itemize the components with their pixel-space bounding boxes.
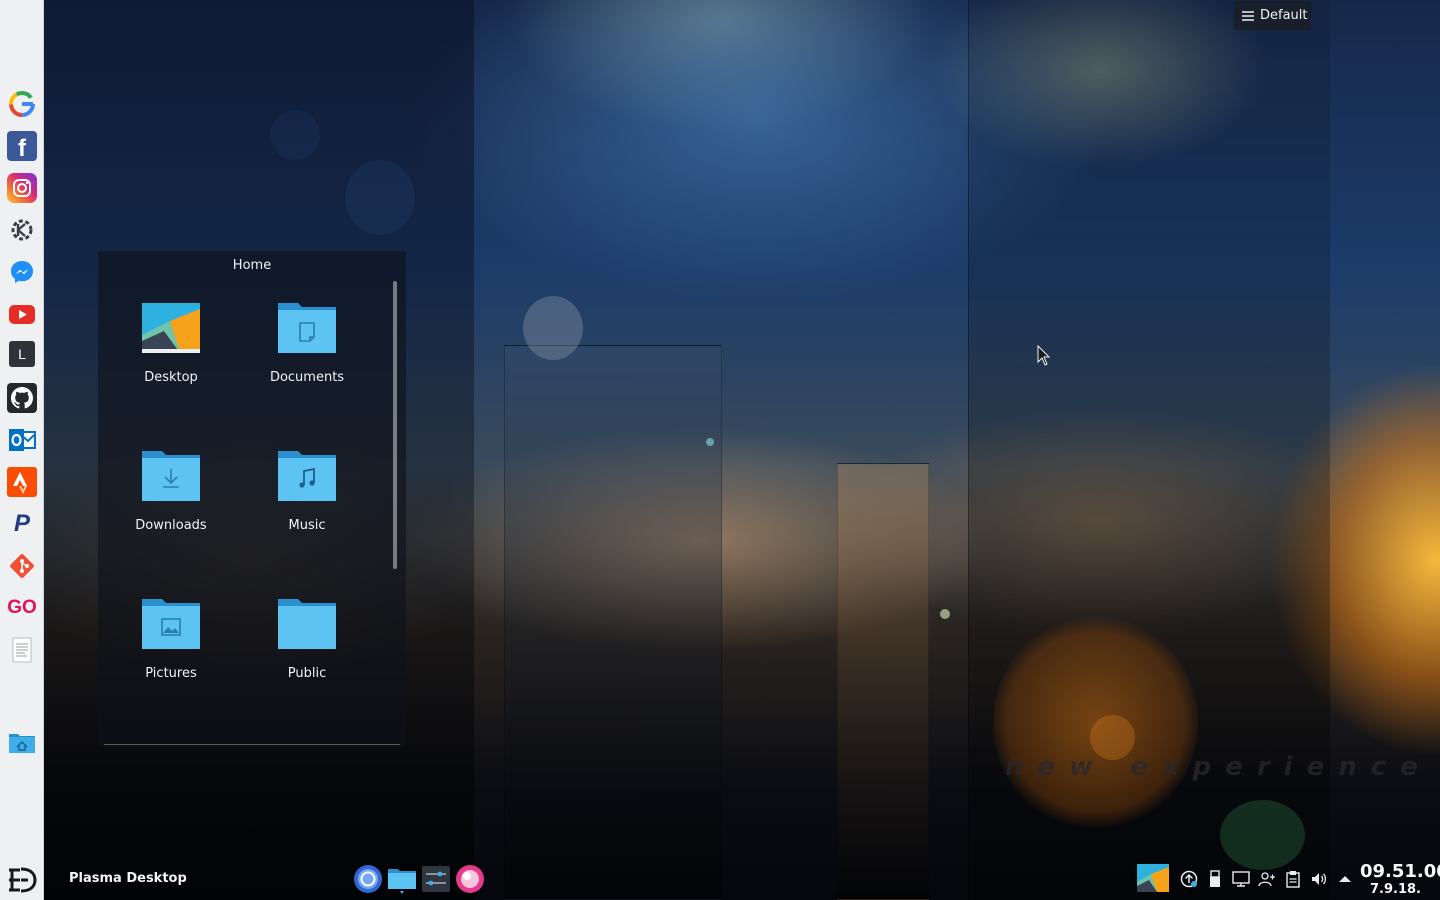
- folder-item-music[interactable]: Music: [234, 399, 354, 533]
- youtube-icon[interactable]: [7, 299, 37, 329]
- usb-icon[interactable]: [1206, 870, 1224, 888]
- hamburger-menu-icon: [1242, 10, 1254, 21]
- pink-app-icon[interactable]: [454, 863, 486, 895]
- folder-item-documents[interactable]: Documents: [234, 251, 354, 385]
- volume-icon[interactable]: [1310, 870, 1328, 888]
- launcher-logo-icon: [9, 867, 37, 893]
- facebook-glyph: f: [18, 135, 26, 162]
- folder-item-pictures[interactable]: Pictures: [98, 547, 218, 681]
- wallpaper-bokeh: [706, 438, 714, 446]
- folder-item-label: Pictures: [145, 666, 197, 681]
- folder-view-scrollbar[interactable]: [393, 281, 397, 569]
- application-launcher-button[interactable]: [4, 862, 40, 898]
- paypal-icon[interactable]: P: [7, 509, 37, 539]
- user-switch-icon[interactable]: [1258, 870, 1276, 888]
- folder-item-public[interactable]: Public: [234, 547, 354, 681]
- active-window-title: Plasma Desktop: [69, 871, 187, 886]
- bottom-panel: Plasma Desktop 09.51.00 7.9.18.: [0, 858, 1440, 900]
- clipboard-icon[interactable]: [1284, 870, 1302, 888]
- github-icon[interactable]: [7, 383, 37, 413]
- downloads-folder-icon: [142, 451, 200, 501]
- pictures-folder-icon: [142, 599, 200, 649]
- paypal-glyph: P: [13, 510, 30, 537]
- facebook-icon[interactable]: f: [7, 131, 37, 162]
- left-dock-panel: f L P GO: [0, 0, 44, 900]
- folder-item-label: Downloads: [135, 518, 207, 533]
- network-icon[interactable]: [1232, 870, 1250, 888]
- documents-folder-icon: [278, 303, 336, 353]
- folder-view-widget[interactable]: Home Desktop Documents Downloads Music P…: [98, 251, 406, 746]
- folder-item-desktop[interactable]: Desktop: [98, 251, 218, 385]
- home-folder-icon[interactable]: [7, 727, 37, 757]
- updates-icon[interactable]: [1180, 870, 1198, 888]
- google-icon[interactable]: [7, 89, 37, 119]
- kde-icon[interactable]: [7, 215, 37, 245]
- browser-icon[interactable]: [352, 863, 384, 895]
- instagram-icon[interactable]: [7, 173, 37, 203]
- go-glyph: GO: [7, 597, 37, 618]
- desktop-toolbox-button[interactable]: Default: [1234, 1, 1311, 30]
- folder-view-divider: [104, 744, 400, 745]
- settings-icon[interactable]: [420, 863, 452, 895]
- strava-icon[interactable]: [7, 467, 37, 497]
- wallpaper-glass-pane: [504, 345, 722, 900]
- clock-time[interactable]: 09.51.00: [1360, 861, 1440, 882]
- folder-item-label: Music: [288, 518, 326, 533]
- outlook-icon[interactable]: [7, 425, 37, 455]
- wallpaper-bokeh: [345, 160, 415, 235]
- expand-tray-icon[interactable]: [1336, 870, 1354, 888]
- wallpaper-bokeh: [270, 110, 320, 160]
- desktop-folder-icon: [142, 303, 200, 353]
- wallpaper-thumbnail-icon[interactable]: [1137, 864, 1169, 892]
- wallpaper-glass-pane: [837, 463, 929, 900]
- go-icon[interactable]: GO: [7, 593, 37, 623]
- folder-item-label: Desktop: [144, 370, 198, 385]
- folder-item-label: Public: [287, 666, 327, 681]
- wallpaper-bokeh: [523, 296, 583, 360]
- l-app-glyph: L: [18, 346, 26, 362]
- toolbox-label: Default: [1260, 8, 1308, 23]
- folder-item-downloads[interactable]: Downloads: [98, 399, 218, 533]
- clock-date[interactable]: 7.9.18.: [1360, 882, 1421, 897]
- file-manager-icon[interactable]: [386, 863, 418, 895]
- wallpaper-bokeh: [940, 609, 950, 619]
- public-folder-icon: [278, 599, 336, 649]
- mouse-cursor-icon: [1037, 345, 1051, 366]
- git-icon[interactable]: [7, 551, 37, 581]
- text-document-icon[interactable]: [7, 635, 37, 665]
- messenger-icon[interactable]: [7, 257, 37, 287]
- wallpaper-slogan: new experience: [1005, 752, 1432, 782]
- music-folder-icon: [278, 451, 336, 501]
- l-app-icon[interactable]: L: [9, 341, 35, 367]
- folder-item-label: Documents: [269, 370, 345, 385]
